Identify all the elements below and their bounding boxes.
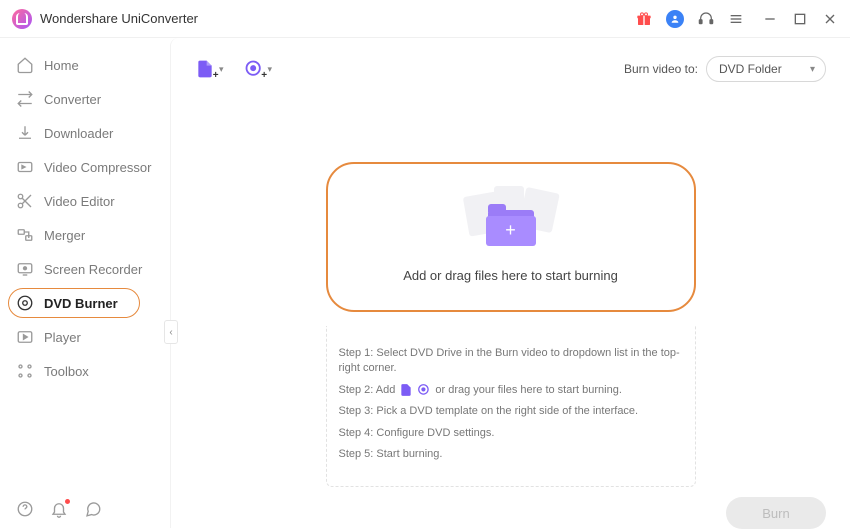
titlebar: Wondershare UniConverter [0, 0, 850, 38]
merger-icon [16, 226, 34, 244]
main-toolbar: + ▾ + ▾ Burn video to: DVD Folder [191, 52, 830, 92]
converter-icon [16, 90, 34, 108]
feedback-icon[interactable] [84, 500, 102, 518]
app-logo-icon [12, 9, 32, 29]
titlebar-right [636, 10, 838, 28]
step-3: Step 3: Pick a DVD template on the right… [339, 404, 683, 419]
step-2: Step 2: Add or drag your files here to s… [339, 383, 683, 398]
sidebar-item-converter[interactable]: Converter [0, 82, 170, 116]
close-icon[interactable] [822, 11, 838, 27]
burn-video-to-select[interactable]: DVD Folder [706, 56, 826, 82]
burn-button[interactable]: Burn [726, 497, 826, 529]
maximize-icon[interactable] [792, 11, 808, 27]
sidebar-item-compressor[interactable]: Video Compressor [0, 150, 170, 184]
help-icon[interactable] [16, 500, 34, 518]
sidebar: Home Converter Downloader Video Compress… [0, 38, 170, 528]
add-file-icon [399, 383, 413, 397]
sidebar-nav: Home Converter Downloader Video Compress… [0, 48, 170, 486]
sidebar-item-label: Screen Recorder [44, 262, 142, 277]
dropzone[interactable]: + Add or drag files here to start burnin… [326, 162, 696, 312]
menu-icon[interactable] [728, 11, 744, 27]
chevron-down-icon: ▾ [268, 64, 273, 75]
sidebar-item-home[interactable]: Home [0, 48, 170, 82]
window-controls [762, 11, 838, 27]
compressor-icon [16, 158, 34, 176]
scissors-icon [16, 192, 34, 210]
home-icon [16, 56, 34, 74]
collapse-sidebar-button[interactable]: ‹ [164, 320, 178, 344]
sidebar-item-label: Home [44, 58, 79, 73]
sidebar-item-label: Merger [44, 228, 85, 243]
footer: Burn [191, 487, 830, 529]
dropzone-text: Add or drag files here to start burning [403, 268, 618, 283]
sidebar-item-label: Video Editor [44, 194, 115, 209]
add-disc-button[interactable]: + ▾ [244, 59, 273, 79]
recorder-icon [16, 260, 34, 278]
container: Home Converter Downloader Video Compress… [0, 38, 850, 528]
sidebar-item-downloader[interactable]: Downloader [0, 116, 170, 150]
sidebar-item-player[interactable]: Player [0, 320, 170, 354]
select-value: DVD Folder [719, 62, 782, 76]
gift-icon[interactable] [636, 11, 652, 27]
sidebar-bottom [16, 500, 102, 518]
sidebar-item-label: Converter [44, 92, 101, 107]
steps-panel: Step 1: Select DVD Drive in the Burn vid… [326, 326, 696, 487]
chevron-down-icon: ▾ [219, 64, 224, 75]
sidebar-item-label: Player [44, 330, 81, 345]
play-icon [16, 328, 34, 346]
sidebar-item-label: Downloader [44, 126, 113, 141]
step-5: Step 5: Start burning. [339, 447, 683, 462]
app-title: Wondershare UniConverter [40, 11, 198, 26]
step-4: Step 4: Configure DVD settings. [339, 426, 683, 441]
notification-bell-icon[interactable] [50, 500, 68, 518]
sidebar-item-dvd-burner[interactable]: DVD Burner [0, 286, 170, 320]
sidebar-item-merger[interactable]: Merger [0, 218, 170, 252]
sidebar-item-toolbox[interactable]: Toolbox [0, 354, 170, 388]
burn-video-to-label: Burn video to: [624, 62, 698, 76]
content: + Add or drag files here to start burnin… [191, 92, 830, 487]
minimize-icon[interactable] [762, 11, 778, 27]
download-icon [16, 124, 34, 142]
step-1: Step 1: Select DVD Drive in the Burn vid… [339, 346, 683, 377]
add-disc-icon [417, 383, 431, 397]
sidebar-item-recorder[interactable]: Screen Recorder [0, 252, 170, 286]
sidebar-item-label: Toolbox [44, 364, 89, 379]
toolbox-icon [16, 362, 34, 380]
add-file-button[interactable]: + ▾ [195, 59, 224, 79]
disc-icon [16, 294, 34, 312]
folder-illustration: + [466, 192, 556, 252]
sidebar-item-editor[interactable]: Video Editor [0, 184, 170, 218]
main: + ▾ + ▾ Burn video to: DVD Folder [170, 38, 850, 528]
sidebar-item-label: Video Compressor [44, 160, 151, 175]
toolbar-right: Burn video to: DVD Folder [624, 56, 826, 82]
sidebar-item-label: DVD Burner [44, 296, 118, 311]
support-headset-icon[interactable] [698, 11, 714, 27]
plus-icon: + [505, 220, 516, 241]
user-account-icon[interactable] [666, 10, 684, 28]
